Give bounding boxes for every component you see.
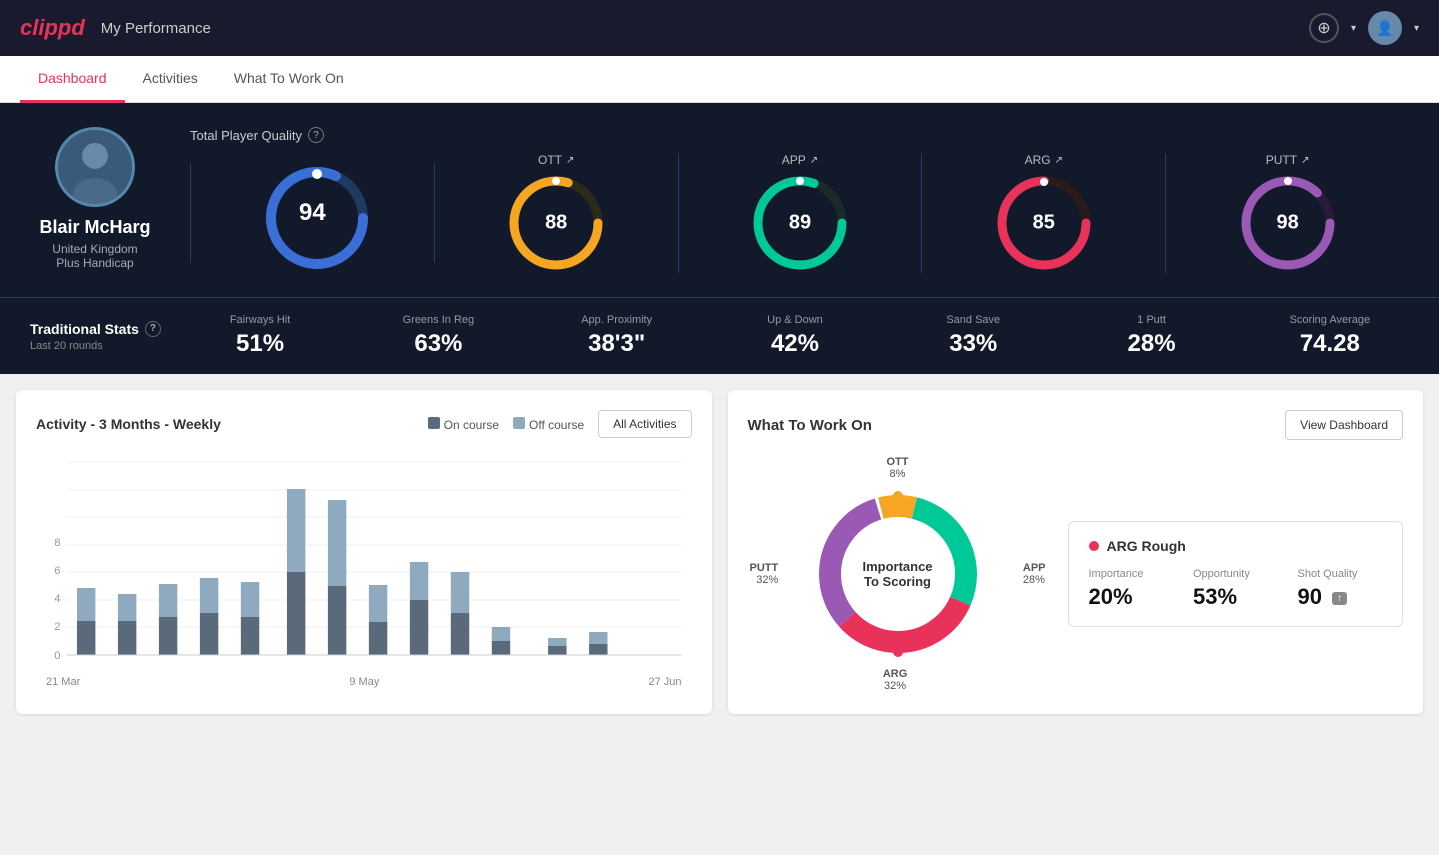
detail-metrics: Importance 20% Opportunity 53% Shot Qual… bbox=[1089, 568, 1383, 610]
detail-card-header: ARG Rough bbox=[1089, 538, 1383, 554]
stat-scoring-average: Scoring Average 74.28 bbox=[1251, 314, 1409, 358]
svg-text:4: 4 bbox=[54, 593, 60, 605]
gauges-container: Total Player Quality ? 94 bbox=[190, 127, 1409, 273]
detail-metric-shot-quality: Shot Quality 90 ↑ bbox=[1298, 568, 1383, 610]
activity-legend: On course Off course bbox=[428, 417, 585, 432]
stat-sand-save: Sand Save 33% bbox=[894, 314, 1052, 358]
trad-stats-label: Traditional Stats ? Last 20 rounds bbox=[30, 321, 161, 352]
detail-card-title: ARG Rough bbox=[1107, 538, 1186, 554]
svg-text:2: 2 bbox=[54, 621, 60, 633]
what-to-work-on-panel: What To Work On View Dashboard OTT 8% AP… bbox=[728, 390, 1424, 714]
player-info: Blair McHarg United Kingdom Plus Handica… bbox=[30, 127, 160, 270]
detail-card: ARG Rough Importance 20% Opportunity 53%… bbox=[1068, 521, 1404, 627]
activity-header: Activity - 3 Months - Weekly On course O… bbox=[36, 410, 692, 438]
header-right: ⊕ ▾ 👤 ▾ bbox=[1309, 11, 1419, 45]
header-left: clippd My Performance bbox=[20, 15, 211, 41]
shot-quality-tag: ↑ bbox=[1332, 592, 1347, 605]
add-button[interactable]: ⊕ bbox=[1309, 13, 1339, 43]
stat-fairways-hit: Fairways Hit 51% bbox=[181, 314, 339, 358]
traditional-stats: Traditional Stats ? Last 20 rounds Fairw… bbox=[0, 297, 1439, 374]
wtwon-title: What To Work On bbox=[748, 417, 872, 434]
hero-section: Blair McHarg United Kingdom Plus Handica… bbox=[0, 103, 1439, 297]
main-gauge: 94 bbox=[190, 163, 435, 263]
player-avatar bbox=[55, 127, 135, 207]
tab-dashboard[interactable]: Dashboard bbox=[20, 56, 125, 103]
gauge-arg: ARG ↗ 85 bbox=[922, 153, 1166, 273]
tpq-help-icon[interactable]: ? bbox=[308, 127, 324, 143]
gauge-app-label: APP ↗ bbox=[782, 153, 818, 167]
trad-stats-help-icon[interactable]: ? bbox=[145, 321, 161, 337]
chart-x-labels: 21 Mar 9 May 27 Jun bbox=[36, 676, 692, 688]
all-activities-button[interactable]: All Activities bbox=[598, 410, 691, 438]
add-dropdown-arrow[interactable]: ▾ bbox=[1351, 23, 1356, 34]
avatar[interactable]: 👤 bbox=[1368, 11, 1402, 45]
tab-what-to-work-on[interactable]: What To Work On bbox=[216, 56, 362, 103]
stat-up-down: Up & Down 42% bbox=[716, 314, 874, 358]
donut-label-arg: ARG 32% bbox=[883, 668, 907, 692]
donut-label-putt: PUTT 32% bbox=[750, 562, 779, 586]
gauge-app: APP ↗ 89 bbox=[679, 153, 923, 273]
wtwon-header: What To Work On View Dashboard bbox=[748, 410, 1404, 440]
svg-text:8: 8 bbox=[54, 537, 60, 549]
tpq-label: Total Player Quality ? bbox=[190, 127, 1409, 143]
header-title: My Performance bbox=[101, 20, 211, 37]
gauge-arg-label: ARG ↗ bbox=[1025, 153, 1063, 167]
gauge-putt-label: PUTT ↗ bbox=[1266, 153, 1310, 167]
donut-chart bbox=[808, 484, 988, 664]
gauge-putt: PUTT ↗ 98 bbox=[1166, 153, 1409, 273]
player-handicap: Plus Handicap bbox=[56, 256, 133, 270]
wtwon-content: OTT 8% APP 28% ARG 32% PUTT 32% bbox=[748, 454, 1404, 694]
stat-1-putt: 1 Putt 28% bbox=[1072, 314, 1230, 358]
tabs-bar: Dashboard Activities What To Work On bbox=[0, 56, 1439, 103]
trad-stats-subtitle: Last 20 rounds bbox=[30, 340, 161, 352]
stat-greens-in-reg: Greens In Reg 63% bbox=[359, 314, 517, 358]
activity-title: Activity - 3 Months - Weekly bbox=[36, 416, 221, 432]
donut-label-app: APP 28% bbox=[1023, 562, 1046, 586]
view-dashboard-button[interactable]: View Dashboard bbox=[1285, 410, 1403, 440]
activity-panel: Activity - 3 Months - Weekly On course O… bbox=[16, 390, 712, 714]
trad-stats-title: Traditional Stats ? bbox=[30, 321, 161, 337]
detail-dot bbox=[1089, 541, 1099, 551]
gauge-app-value: 89 bbox=[789, 212, 811, 235]
detail-metric-importance: Importance 20% bbox=[1089, 568, 1174, 610]
tab-activities[interactable]: Activities bbox=[125, 56, 216, 103]
stat-app-proximity: App. Proximity 38'3" bbox=[538, 314, 696, 358]
donut-label-ott: OTT 8% bbox=[887, 456, 909, 480]
gauge-ott-label: OTT ↗ bbox=[538, 153, 574, 167]
gauge-ott-value: 88 bbox=[545, 212, 567, 235]
detail-metric-opportunity: Opportunity 53% bbox=[1193, 568, 1278, 610]
player-name: Blair McHarg bbox=[39, 217, 150, 238]
gauge-ott: OTT ↗ 88 bbox=[435, 153, 679, 273]
logo: clippd bbox=[20, 15, 85, 41]
gauges-row: 94 OTT ↗ 88 bbox=[190, 153, 1409, 273]
svg-text:6: 6 bbox=[54, 565, 60, 577]
activity-chart-area: 0 2 4 6 8 bbox=[36, 452, 692, 672]
player-country: United Kingdom bbox=[52, 242, 137, 256]
avatar-dropdown-arrow[interactable]: ▾ bbox=[1414, 23, 1419, 34]
svg-text:0: 0 bbox=[54, 650, 60, 662]
gauge-putt-value: 98 bbox=[1276, 212, 1298, 235]
gauge-arg-value: 85 bbox=[1033, 212, 1055, 235]
main-score: 94 bbox=[299, 199, 326, 227]
bottom-section: Activity - 3 Months - Weekly On course O… bbox=[0, 374, 1439, 730]
header: clippd My Performance ⊕ ▾ 👤 ▾ bbox=[0, 0, 1439, 56]
